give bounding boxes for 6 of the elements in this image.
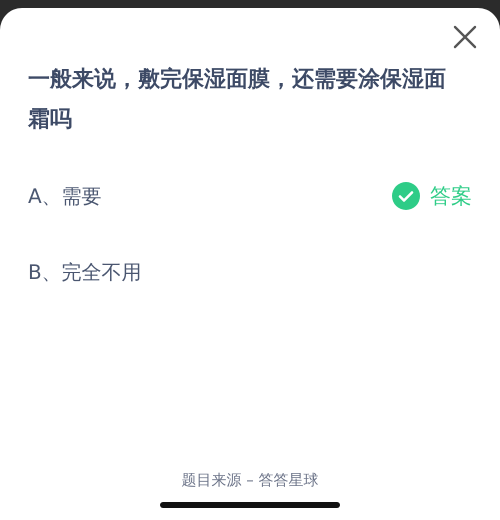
source-text: 题目来源 – 答答星球 <box>181 471 319 489</box>
question-text: 一般来说，敷完保湿面膜，还需要涂保湿面霜吗 <box>28 66 447 134</box>
answer-label: 答案 <box>430 183 472 210</box>
close-icon[interactable] <box>452 24 478 50</box>
option-text[interactable]: B、完全不用 <box>28 258 142 286</box>
option-text[interactable]: A、需要 <box>28 182 102 210</box>
